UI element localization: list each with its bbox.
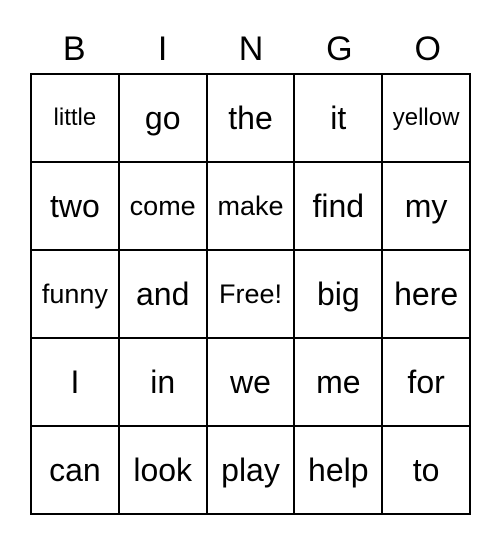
bingo-cell: here (382, 250, 470, 338)
bingo-cell: my (382, 162, 470, 250)
bingo-cell: I (31, 338, 119, 426)
header-letter-i: I (157, 30, 168, 68)
header-letter-o: O (414, 30, 441, 68)
bingo-cell: big (294, 250, 383, 338)
bingo-cell: it (294, 74, 383, 162)
header-letter-b: B (62, 30, 86, 68)
bingo-cell: the (206, 74, 295, 162)
bingo-cell: find (294, 162, 383, 250)
bingo-cell: help (294, 426, 383, 514)
bingo-cell: for (382, 338, 470, 426)
bingo-cell: make (206, 162, 295, 250)
bingo-grid: little go the it yellow two come make find my funn… (30, 73, 471, 515)
bingo-cell: and (118, 250, 207, 338)
bingo-cell: yellow (382, 74, 470, 162)
bingo-cell: to (382, 426, 470, 514)
free-space-cell: Free! (206, 250, 295, 338)
bingo-cell: funny (31, 250, 119, 338)
bingo-cell: two (31, 162, 119, 250)
bingo-cell: go (118, 74, 207, 162)
bingo-cell: play (206, 426, 295, 514)
bingo-cell: me (294, 338, 383, 426)
bingo-cell: look (118, 426, 207, 514)
bingo-cell: little (31, 74, 119, 162)
bingo-cell: can (31, 426, 119, 514)
header-letter-g: G (326, 30, 353, 68)
bingo-cell: in (118, 338, 207, 426)
header-letter-n: N (238, 30, 264, 68)
bingo-cell: come (118, 162, 207, 250)
bingo-cell: we (206, 338, 295, 426)
bingo-header: B I N G O (30, 26, 472, 72)
